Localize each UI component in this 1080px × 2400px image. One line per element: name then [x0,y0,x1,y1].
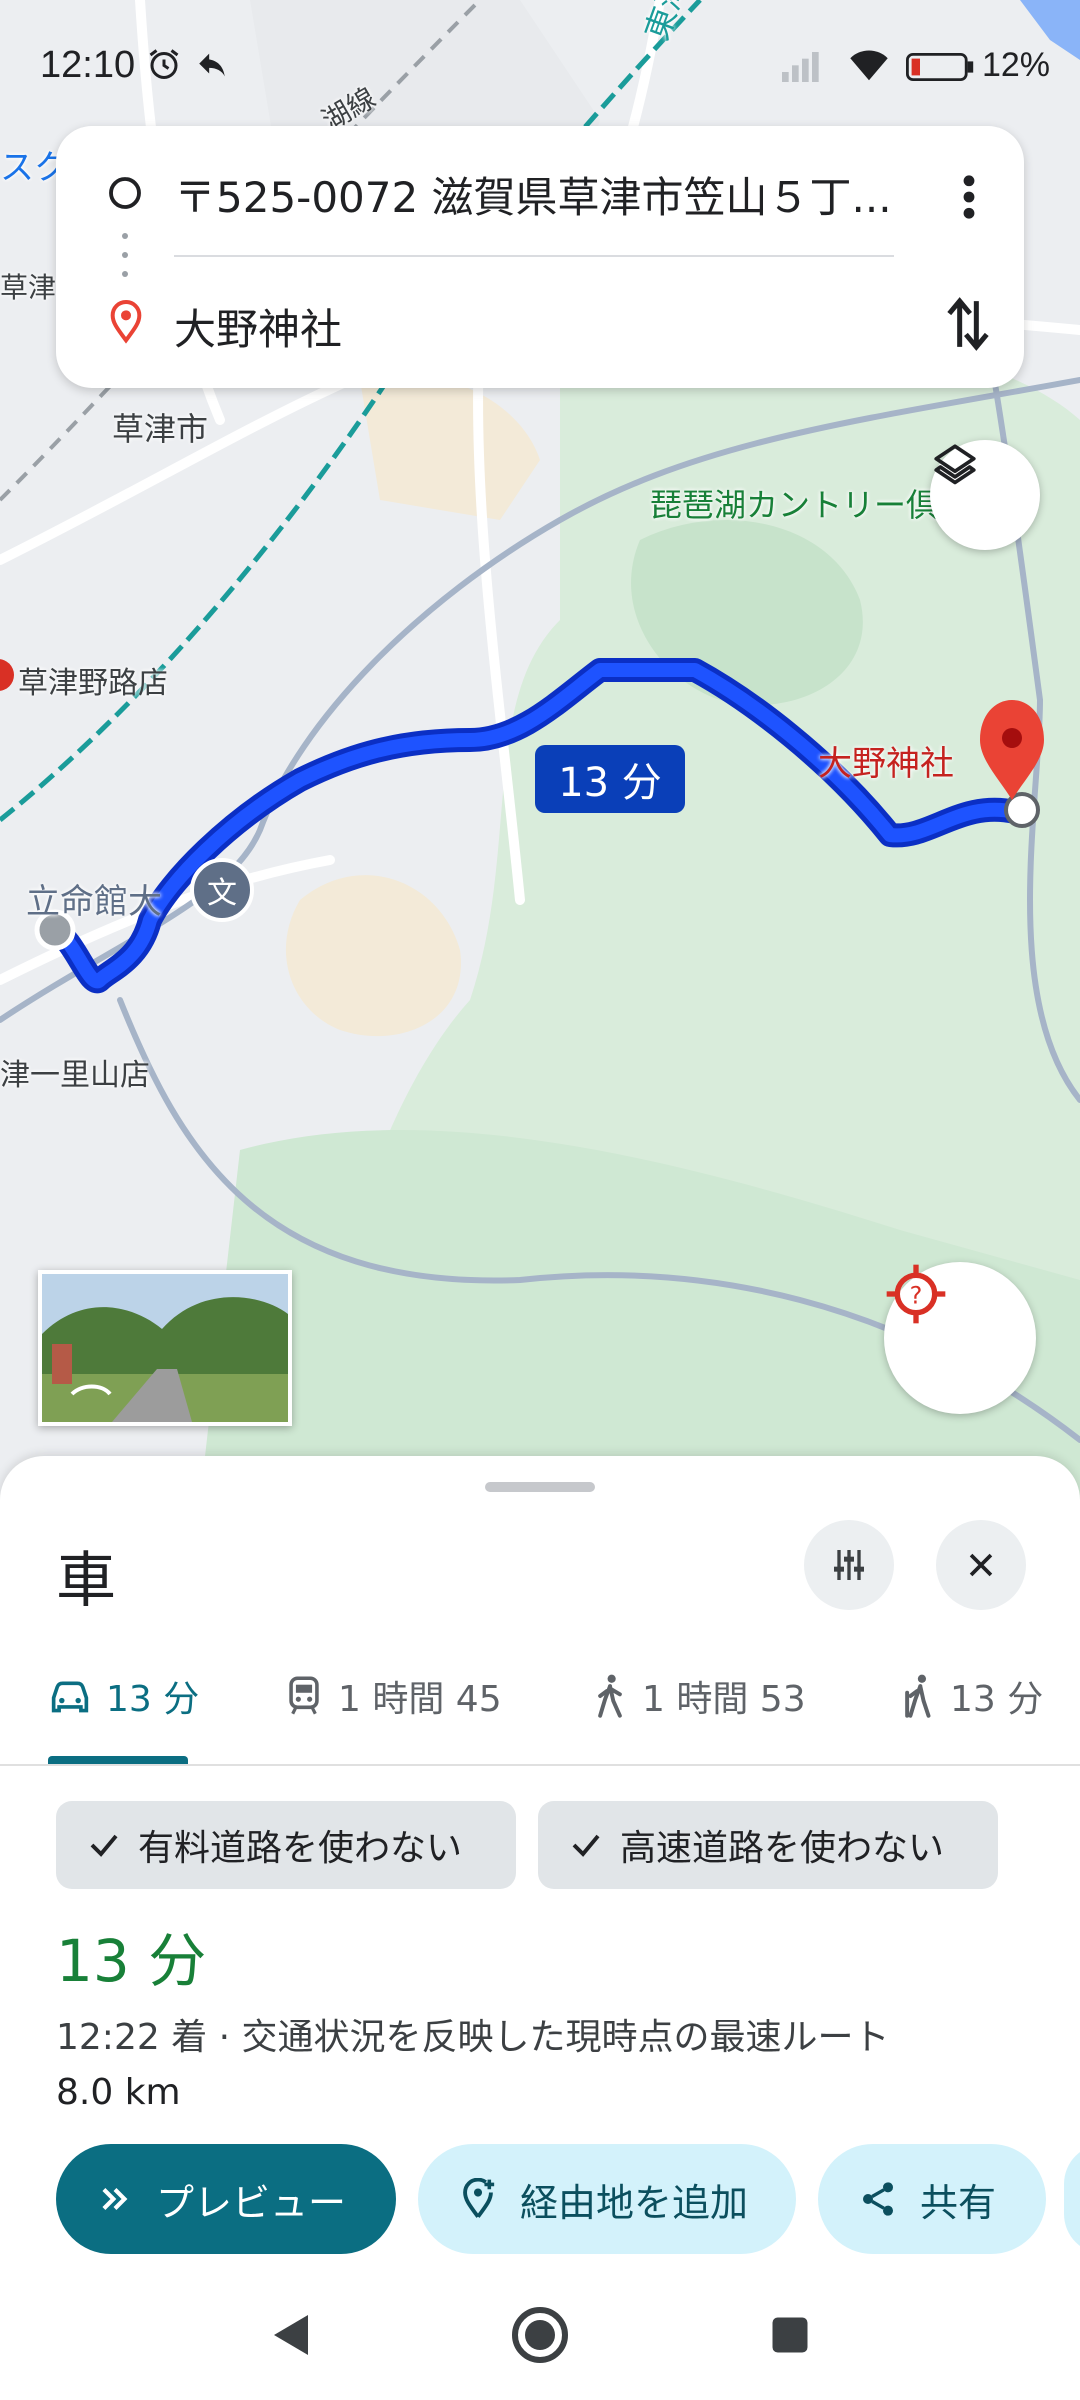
navigation-arrow-icon [199,53,225,77]
route-distance: 8.0 km [56,2072,181,2113]
share-icon [863,2182,893,2216]
more-actions-peek[interactable] [1064,2144,1080,2254]
map-label-kusatsu: 草津 [0,271,57,304]
add-stop-button[interactable]: 経由地を追加 [418,2144,796,2254]
route-duration: 13 分 [56,1927,207,1995]
check-icon [572,1834,600,1857]
map-label-ichiriyama: 津一里山店 [0,1058,150,1093]
add-stop-label: 経由地を追加 [520,2180,749,2225]
mode-title: 車 [56,1546,116,1616]
tabs-divider [0,1764,1080,1766]
layers-button[interactable] [930,440,1040,550]
battery-percent: 12% [981,46,1050,84]
avoid-tolls-chip[interactable]: 有料道路を使わない [56,1801,516,1889]
drag-handle[interactable] [485,1482,595,1492]
wifi-icon [850,50,888,81]
route-arrival-info: 12:22 着 · 交通状況を反映した現時点の最速ルート [56,2017,890,2058]
status-bar: 12:10 12% [0,0,1080,130]
avoid-highways-chip[interactable]: 高速道路を使わない [538,1801,998,1889]
route-dots-icon [122,233,128,277]
layers-icon [934,444,976,485]
tab-walk[interactable]: 1 時間 53 [592,1656,806,1736]
avoid-tolls-label: 有料道路を使わない [138,1828,463,1869]
directions-sheet: 車 13 分 1 時間 45 1 時間 53 13 分 有料道路を使わない 高速… [0,1456,1080,2400]
tab-transit-label: 1 時間 45 [338,1679,502,1720]
add-location-icon [463,2178,495,2218]
more-options-button[interactable] [934,162,1004,232]
school-icon[interactable]: 文 [190,858,254,922]
status-time: 12:10 [40,44,136,86]
train-icon [289,1676,319,1715]
preview-button[interactable]: プレビュー [56,2144,396,2254]
share-label: 共有 [920,2180,997,2225]
home-button[interactable] [505,2300,575,2370]
tune-icon [834,1550,864,1580]
home-circle-icon [512,2307,568,2363]
street-view-image [42,1274,288,1422]
more-vert-icon [963,175,975,219]
svg-text:?: ? [910,1281,923,1309]
back-triangle-icon [274,2315,308,2355]
map-label-kusatsu-city: 草津市 [112,410,209,448]
tab-rideshare-label: 13 分 [950,1679,1044,1720]
tab-walk-label: 1 時間 53 [642,1679,806,1720]
map-label-destination: 大野神社 [818,744,954,784]
close-button[interactable] [936,1520,1026,1610]
origin-field[interactable]: 〒525-0072 滋賀県草津市笠山５丁... [174,164,964,225]
school-icon-glyph: 文 [207,876,237,911]
card-divider [174,255,894,257]
tab-rideshare[interactable]: 13 分 [898,1656,1043,1736]
route-duration-label[interactable]: 13 分 [535,745,685,813]
preview-label: プレビュー [156,2180,347,2225]
directions-card: 〒525-0072 滋賀県草津市笠山５丁... 大野神社 [56,126,1024,388]
origin-circle-icon [109,177,141,209]
signal-icon [782,52,819,82]
walk-icon [598,1674,622,1718]
destination-pin-icon [110,300,142,344]
destination-field[interactable]: 大野神社 [174,296,342,357]
route-duration-text: 13 分 [558,760,662,806]
route-options-button[interactable] [804,1520,894,1610]
back-button[interactable] [255,2300,325,2370]
swap-button[interactable] [930,286,1006,362]
car-icon [51,1681,89,1713]
tab-transit[interactable]: 1 時間 45 [284,1656,502,1736]
avoid-highways-label: 高速道路を使わない [620,1828,945,1869]
street-view-thumbnail[interactable] [38,1270,292,1426]
my-location-button[interactable]: ? [884,1262,1036,1414]
system-nav-bar [0,2270,1080,2400]
tab-car[interactable]: 13 分 [48,1656,199,1736]
map-label-ritsumeikan: 立命館大 [26,882,162,922]
rideshare-icon [905,1674,931,1718]
map-label-kusatsu-nojiten: 草津野路店 [18,666,168,701]
recents-square-icon [772,2317,808,2353]
recents-button[interactable] [755,2300,825,2370]
tab-car-label: 13 分 [106,1679,200,1720]
tab-underline [48,1756,188,1764]
double-chevron-icon [102,2188,128,2210]
share-button[interactable]: 共有 [818,2144,1046,2254]
close-icon [969,1553,993,1577]
check-icon [90,1834,118,1857]
swap-vert-icon [947,297,989,351]
battery-icon [906,53,974,81]
location-target-icon: ? [886,1264,946,1324]
alarm-icon [149,49,179,79]
